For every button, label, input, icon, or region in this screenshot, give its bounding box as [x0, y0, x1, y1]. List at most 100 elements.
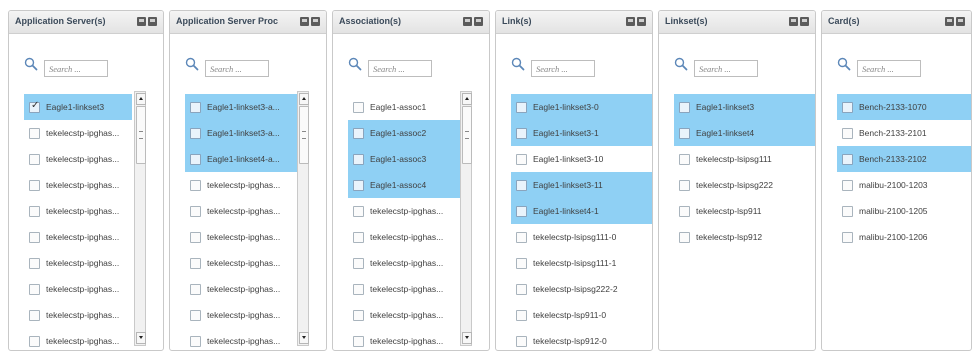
- item-checkbox[interactable]: [516, 309, 527, 321]
- minimize-button[interactable]: [789, 17, 798, 26]
- list-item[interactable]: Bench-2133-2102: [837, 146, 971, 172]
- scroll-thumb[interactable]: [136, 106, 146, 164]
- list-scrollbar[interactable]: [297, 91, 309, 346]
- list-scrollbar[interactable]: [460, 91, 472, 346]
- item-checkbox[interactable]: [516, 153, 527, 165]
- item-checkbox[interactable]: [190, 231, 201, 243]
- item-checkbox[interactable]: [516, 127, 527, 139]
- list-scrollbar[interactable]: [134, 91, 146, 346]
- list-item[interactable]: tekelecstp-ipghas...: [24, 328, 132, 350]
- list-item[interactable]: Eagle1-linkset3-1: [511, 120, 652, 146]
- item-checkbox[interactable]: [29, 309, 40, 321]
- list-item[interactable]: tekelecstp-ipghas...: [348, 224, 461, 250]
- item-checkbox[interactable]: [842, 231, 853, 243]
- scroll-up-button[interactable]: [136, 93, 146, 105]
- item-checkbox[interactable]: [353, 231, 364, 243]
- list-item[interactable]: tekelecstp-ipghas...: [185, 224, 298, 250]
- scroll-up-button[interactable]: [299, 93, 309, 105]
- item-checkbox[interactable]: [29, 231, 40, 243]
- list-item[interactable]: malibu-2100-1206: [837, 224, 971, 250]
- item-checkbox[interactable]: [29, 100, 40, 113]
- list-item[interactable]: tekelecstp-lsipsg111-1: [511, 250, 652, 276]
- item-checkbox[interactable]: [190, 257, 201, 269]
- list-item[interactable]: tekelecstp-ipghas...: [185, 328, 298, 350]
- minimize-button[interactable]: [137, 17, 146, 26]
- list-item[interactable]: tekelecstp-ipghas...: [185, 302, 298, 328]
- list-item[interactable]: tekelecstp-lsp911-0: [511, 302, 652, 328]
- item-checkbox[interactable]: [679, 179, 690, 191]
- maximize-button[interactable]: [474, 17, 483, 26]
- item-checkbox[interactable]: [353, 335, 364, 347]
- item-checkbox[interactable]: [353, 127, 364, 139]
- list-item[interactable]: tekelecstp-ipghas...: [185, 250, 298, 276]
- item-checkbox[interactable]: [679, 205, 690, 217]
- list-item[interactable]: tekelecstp-lsipsg111-0: [511, 224, 652, 250]
- item-checkbox[interactable]: [679, 127, 690, 139]
- scroll-down-button[interactable]: [136, 332, 146, 344]
- list-item[interactable]: tekelecstp-ipghas...: [24, 198, 132, 224]
- scroll-thumb[interactable]: [462, 106, 472, 164]
- search-input[interactable]: [694, 60, 758, 77]
- item-checkbox[interactable]: [842, 205, 853, 217]
- item-checkbox[interactable]: [516, 205, 527, 217]
- item-checkbox[interactable]: [516, 179, 527, 191]
- item-checkbox[interactable]: [516, 257, 527, 269]
- scroll-down-button[interactable]: [299, 332, 309, 344]
- item-checkbox[interactable]: [190, 205, 201, 217]
- item-checkbox[interactable]: [679, 153, 690, 165]
- list-item[interactable]: tekelecstp-lsp912-0: [511, 328, 652, 350]
- list-item[interactable]: tekelecstp-ipghas...: [24, 146, 132, 172]
- item-checkbox[interactable]: [353, 205, 364, 217]
- list-item[interactable]: Eagle1-linkset3-a...: [185, 94, 298, 120]
- item-checkbox[interactable]: [29, 283, 40, 295]
- list-item[interactable]: tekelecstp-ipghas...: [24, 172, 132, 198]
- item-checkbox[interactable]: [29, 205, 40, 217]
- list-item[interactable]: Eagle1-assoc2: [348, 120, 461, 146]
- list-item[interactable]: tekelecstp-ipghas...: [24, 302, 132, 328]
- list-item[interactable]: Eagle1-linkset3-10: [511, 146, 652, 172]
- scroll-down-button[interactable]: [462, 332, 472, 344]
- item-checkbox[interactable]: [842, 179, 853, 191]
- minimize-button[interactable]: [945, 17, 954, 26]
- item-checkbox[interactable]: [842, 101, 853, 113]
- item-checkbox[interactable]: [353, 257, 364, 269]
- list-item[interactable]: Eagle1-linkset3-11: [511, 172, 652, 198]
- item-checkbox[interactable]: [190, 101, 201, 113]
- list-item[interactable]: tekelecstp-ipghas...: [24, 276, 132, 302]
- list-item[interactable]: tekelecstp-ipghas...: [185, 276, 298, 302]
- search-input[interactable]: [857, 60, 921, 77]
- item-checkbox[interactable]: [679, 231, 690, 243]
- item-checkbox[interactable]: [516, 101, 527, 113]
- list-item[interactable]: Eagle1-linkset3: [24, 94, 132, 120]
- list-item[interactable]: tekelecstp-ipghas...: [348, 302, 461, 328]
- item-checkbox[interactable]: [842, 127, 853, 139]
- search-input[interactable]: [531, 60, 595, 77]
- item-checkbox[interactable]: [679, 101, 690, 113]
- item-checkbox[interactable]: [29, 257, 40, 269]
- minimize-button[interactable]: [463, 17, 472, 26]
- list-item[interactable]: tekelecstp-ipghas...: [348, 198, 461, 224]
- item-checkbox[interactable]: [190, 179, 201, 191]
- item-checkbox[interactable]: [190, 309, 201, 321]
- maximize-button[interactable]: [311, 17, 320, 26]
- list-item[interactable]: malibu-2100-1205: [837, 198, 971, 224]
- list-item[interactable]: Eagle1-linkset4: [674, 120, 815, 146]
- item-checkbox[interactable]: [29, 153, 40, 165]
- list-item[interactable]: Bench-2133-1070: [837, 94, 971, 120]
- maximize-button[interactable]: [956, 17, 965, 26]
- item-checkbox[interactable]: [353, 153, 364, 165]
- list-item[interactable]: Eagle1-linkset4-a...: [185, 146, 298, 172]
- search-input[interactable]: [368, 60, 432, 77]
- list-item[interactable]: tekelecstp-lsp912: [674, 224, 815, 250]
- item-checkbox[interactable]: [516, 335, 527, 347]
- item-checkbox[interactable]: [190, 335, 201, 347]
- list-item[interactable]: Eagle1-linkset4-1: [511, 198, 652, 224]
- item-checkbox[interactable]: [29, 127, 40, 139]
- item-checkbox[interactable]: [29, 335, 40, 347]
- search-input[interactable]: [44, 60, 108, 77]
- list-item[interactable]: Bench-2133-2101: [837, 120, 971, 146]
- list-item[interactable]: malibu-2100-1203: [837, 172, 971, 198]
- list-item[interactable]: tekelecstp-ipghas...: [348, 328, 461, 350]
- list-item[interactable]: tekelecstp-ipghas...: [348, 250, 461, 276]
- list-item[interactable]: tekelecstp-ipghas...: [185, 198, 298, 224]
